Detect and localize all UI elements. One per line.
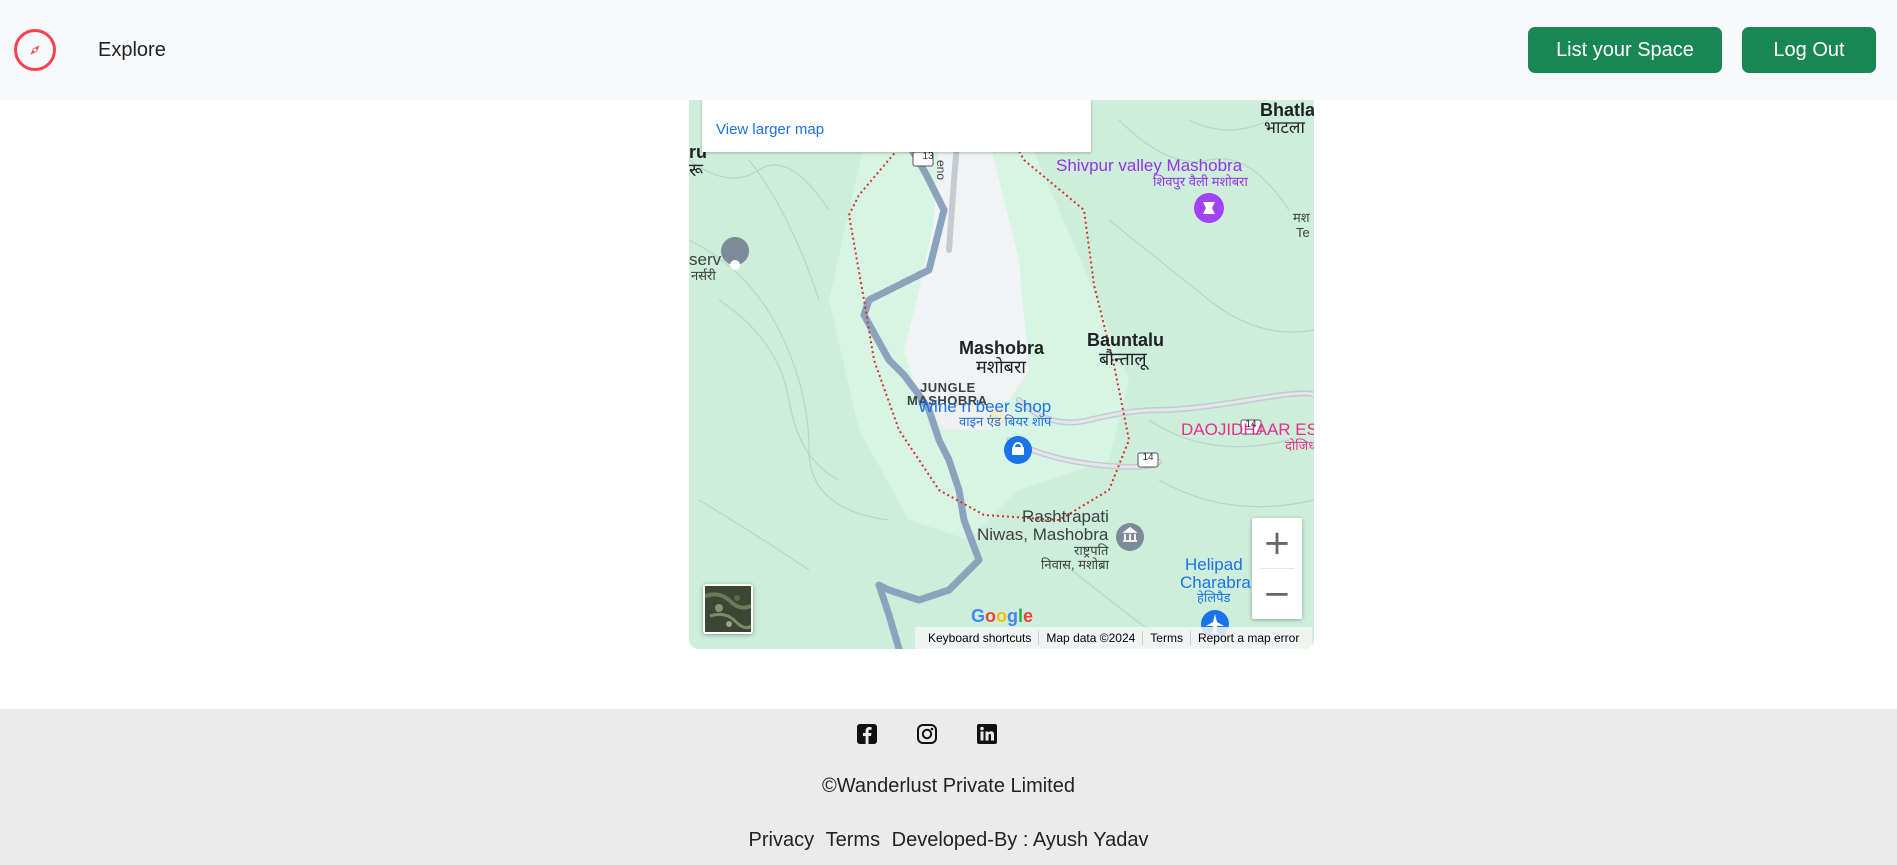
map-embed[interactable]: Bhatla भाटला ru रू Shivpur valley Mashob… <box>689 100 1314 649</box>
keyboard-shortcuts-link[interactable]: Keyboard shortcuts <box>921 631 1038 645</box>
map-label-wine-shop-hi[interactable]: वाइन एंड बियर शॉप <box>959 414 1051 429</box>
google-logo: Google <box>971 606 1034 626</box>
museum-pin-icon <box>1116 523 1144 551</box>
map-label-bauntalu: Bauntalu <box>1087 330 1165 350</box>
map-label-rashtrapati-hi-2[interactable]: निवास, मशोब्रा <box>1041 557 1109 572</box>
map-label-te: Te <box>1296 225 1310 240</box>
footer-links: Privacy Terms Developed-By : Ayush Yadav <box>0 829 1897 852</box>
map-label-serv: serv <box>689 250 722 269</box>
map-label-bhatla: Bhatla <box>1260 100 1314 120</box>
map-label-mashobra: Mashobra <box>959 338 1045 358</box>
compass-icon[interactable] <box>14 29 56 71</box>
instagram-icon[interactable] <box>916 723 938 745</box>
map-label-bauntalu-hi: बौन्तालू <box>1099 349 1147 369</box>
map-label-helipad[interactable]: Helipad <box>1185 555 1243 574</box>
map-label-shivpur-hi[interactable]: शिवपुर वैली मशोबरा <box>1153 174 1248 189</box>
map-label-rashtrapati-hi[interactable]: राष्ट्रपति <box>1074 543 1108 558</box>
map-label-ma-hi: मश <box>1293 210 1310 225</box>
map-label-eno: eno <box>934 160 948 181</box>
footer: ©Wanderlust Private Limited Privacy Term… <box>0 709 1897 865</box>
linkedin-icon[interactable] <box>976 723 998 745</box>
map-label-helipad-hi[interactable]: हेलिपैड <box>1197 590 1230 605</box>
map-info-card: View larger map <box>702 100 1091 152</box>
explore-link[interactable]: Explore <box>98 39 166 62</box>
view-larger-map-link[interactable]: View larger map <box>716 121 824 138</box>
terms-link[interactable]: Terms <box>826 829 880 851</box>
map-terms-link[interactable]: Terms <box>1142 631 1190 645</box>
list-your-space-button[interactable]: List your Space <box>1528 27 1722 73</box>
map-label-serv-hi: नर्सरी <box>691 268 716 283</box>
facebook-icon[interactable] <box>856 723 878 745</box>
map-label-shivpur[interactable]: Shivpur valley Mashobra <box>1056 156 1242 175</box>
zoom-control: + − <box>1252 518 1302 619</box>
map-label-rashtrapati-2[interactable]: Niwas, Mashobra <box>977 525 1108 544</box>
zoom-out-button[interactable]: − <box>1252 569 1302 619</box>
map-label-ru-hi: रू <box>689 160 703 180</box>
copyright-text: ©Wanderlust Private Limited <box>822 775 1075 797</box>
developed-by-link[interactable]: Developed-By : Ayush Yadav <box>892 829 1149 851</box>
map-label-mashobra-hi: मशोबरा <box>976 357 1026 377</box>
map-label-daojidhaar-hi[interactable]: दोजिध <box>1285 438 1314 453</box>
navbar: Explore List your Space Log Out <box>0 0 1897 100</box>
map-label-rashtrapati[interactable]: Rashtrapati <box>1022 507 1109 526</box>
shivpur-pin-icon <box>1194 193 1224 223</box>
report-map-error-link[interactable]: Report a map error <box>1189 631 1306 645</box>
map-label-bhatla-hi: भाटला <box>1264 118 1305 137</box>
road-shield-14-b: 14 <box>1142 452 1154 463</box>
satellite-thumbnail-icon <box>705 586 751 632</box>
zoom-in-button[interactable]: + <box>1252 518 1302 568</box>
log-out-button[interactable]: Log Out <box>1742 27 1876 73</box>
road-shield-14-a: 14 <box>1245 419 1257 430</box>
map-attribution-bar: Keyboard shortcuts Map data ©2024 Terms … <box>915 627 1313 649</box>
social-links <box>856 723 998 745</box>
nav-actions: List your Space Log Out <box>1528 27 1876 73</box>
map-data-label: Map data ©2024 <box>1038 631 1142 645</box>
shop-pin-icon <box>1004 436 1032 464</box>
satellite-toggle-button[interactable] <box>703 584 753 634</box>
privacy-link[interactable]: Privacy <box>749 829 815 851</box>
